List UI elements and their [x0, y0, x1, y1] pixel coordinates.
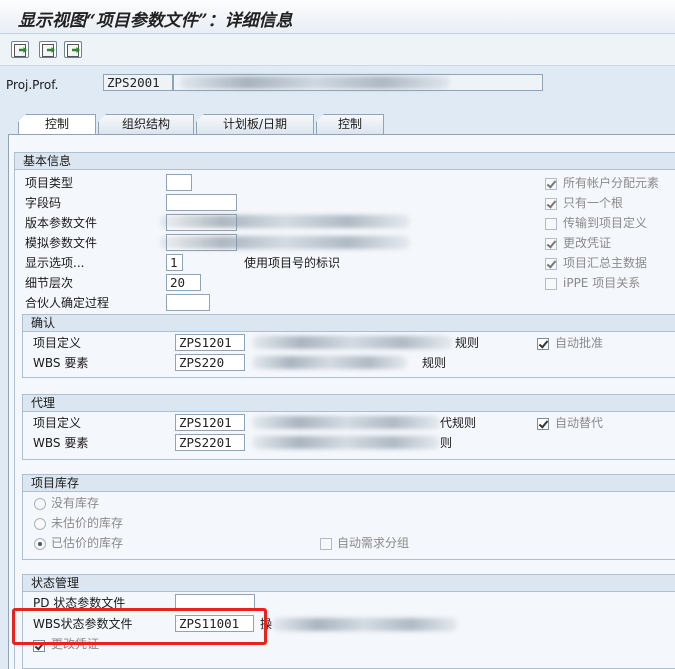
status-management-title: 状态管理	[23, 575, 675, 592]
tab-control[interactable]: 控制	[18, 114, 96, 135]
non-valuated-stock-radio[interactable]	[34, 518, 46, 530]
tab-label: 控制	[44, 117, 69, 131]
tab-label: 控制	[337, 117, 362, 131]
validation-wbs-desc: 规则	[422, 356, 447, 370]
tab-planning-board[interactable]: 计划板/日期	[196, 114, 314, 134]
change-documents-label: 更改凭证	[563, 236, 612, 250]
all-acct-assign-checkbox[interactable]	[545, 178, 557, 190]
non-valuated-stock-label: 未估价的库存	[51, 516, 124, 530]
display-options-desc: 使用项目号的标识	[244, 256, 341, 270]
field-key-field[interactable]	[166, 194, 237, 211]
header-row: Proj.Prof. ZPS2001	[0, 66, 675, 104]
project-type-field[interactable]	[166, 174, 192, 191]
toolbar	[0, 34, 675, 66]
change-documents-checkbox[interactable]	[545, 238, 557, 250]
display-options-label: 显示选项...	[25, 256, 85, 270]
auto-validation-label: 自动批准	[555, 336, 604, 350]
blurred-validation-desc-2	[252, 356, 407, 369]
tab-label: 计划板/日期	[222, 117, 288, 131]
other-entry-icon[interactable]	[64, 41, 82, 58]
substitution-projdef-desc: 代规则	[440, 416, 477, 430]
blurred-substitution-desc-1	[252, 416, 440, 429]
substitution-projdef-label: 项目定义	[33, 416, 82, 430]
substitution-wbs-desc: 则	[440, 436, 453, 450]
ippe-relationship-checkbox[interactable]	[545, 278, 557, 290]
no-stock-radio[interactable]	[34, 498, 46, 510]
validation-projdef-desc: 规则	[455, 336, 480, 350]
only-one-root-label: 只有一个根	[563, 196, 624, 210]
proj-prof-field[interactable]: ZPS2001	[103, 74, 173, 91]
validation-title: 确认	[23, 315, 675, 332]
window-title: 显示视图“项目参数文件”：详细信息	[18, 11, 293, 31]
next-entry-icon[interactable]	[39, 41, 57, 58]
all-acct-assign-label: 所有帐户分配元素	[563, 176, 660, 190]
validation-projdef-field[interactable]: ZPS1201	[175, 334, 245, 351]
level-of-detail-field[interactable]: 20	[166, 274, 201, 291]
partner-procedure-field[interactable]	[166, 294, 210, 311]
valuated-stock-label: 已估价的库存	[51, 536, 124, 550]
no-stock-label: 没有库存	[51, 496, 100, 510]
project-type-label: 项目类型	[25, 176, 74, 190]
auto-req-grouping-label: 自动需求分组	[337, 536, 410, 550]
field-key-label: 字段码	[25, 196, 62, 210]
substitution-wbs-field[interactable]: ZPS2201	[175, 434, 245, 451]
validation-projdef-label: 项目定义	[33, 336, 82, 350]
blurred-simulation-desc	[160, 236, 410, 249]
tab-org-structure[interactable]: 组织结构	[98, 114, 194, 134]
transfer-to-projdef-checkbox[interactable]	[545, 218, 557, 230]
substitution-projdef-field[interactable]: ZPS1201	[175, 414, 245, 431]
basic-info-title: 基本信息	[15, 153, 675, 170]
tab-costing-control[interactable]: 控制	[316, 114, 384, 134]
blurred-version-desc	[160, 215, 410, 228]
ippe-relationship-label: iPPE 项目关系	[563, 276, 641, 290]
substitution-title: 代理	[23, 395, 675, 412]
simulation-profile-label: 模拟参数文件	[25, 236, 98, 250]
blurred-description	[180, 76, 450, 89]
version-profile-label: 版本参数文件	[25, 216, 98, 230]
auto-substitution-label: 自动替代	[555, 416, 604, 430]
tab-label: 组织结构	[121, 117, 170, 131]
highlight-box	[12, 608, 267, 645]
auto-validation-checkbox[interactable]	[537, 338, 549, 350]
blurred-wbs-status-desc	[272, 618, 457, 631]
transfer-to-projdef-label: 传输到项目定义	[563, 216, 648, 230]
display-options-field[interactable]: 1	[166, 254, 183, 271]
only-one-root-checkbox[interactable]	[545, 198, 557, 210]
substitution-wbs-label: WBS 要素	[33, 436, 89, 450]
blurred-validation-desc-1	[252, 336, 452, 349]
proj-prof-label: Proj.Prof.	[6, 78, 59, 92]
valuated-stock-radio[interactable]	[34, 538, 46, 550]
previous-entry-icon[interactable]	[11, 41, 29, 58]
blurred-substitution-desc-2	[252, 436, 440, 449]
auto-substitution-checkbox[interactable]	[537, 418, 549, 430]
validation-wbs-label: WBS 要素	[33, 356, 89, 370]
project-summary-checkbox[interactable]	[545, 258, 557, 270]
level-of-detail-label: 细节层次	[25, 276, 74, 290]
title-bar: 显示视图“项目参数文件”：详细信息	[0, 0, 675, 34]
validation-wbs-field[interactable]: ZPS220	[175, 354, 245, 371]
project-summary-label: 项目汇总主数据	[563, 256, 648, 270]
project-stock-title: 项目库存	[23, 475, 675, 492]
auto-req-grouping-checkbox[interactable]	[320, 538, 332, 550]
partner-procedure-label: 合伙人确定过程	[25, 296, 110, 310]
